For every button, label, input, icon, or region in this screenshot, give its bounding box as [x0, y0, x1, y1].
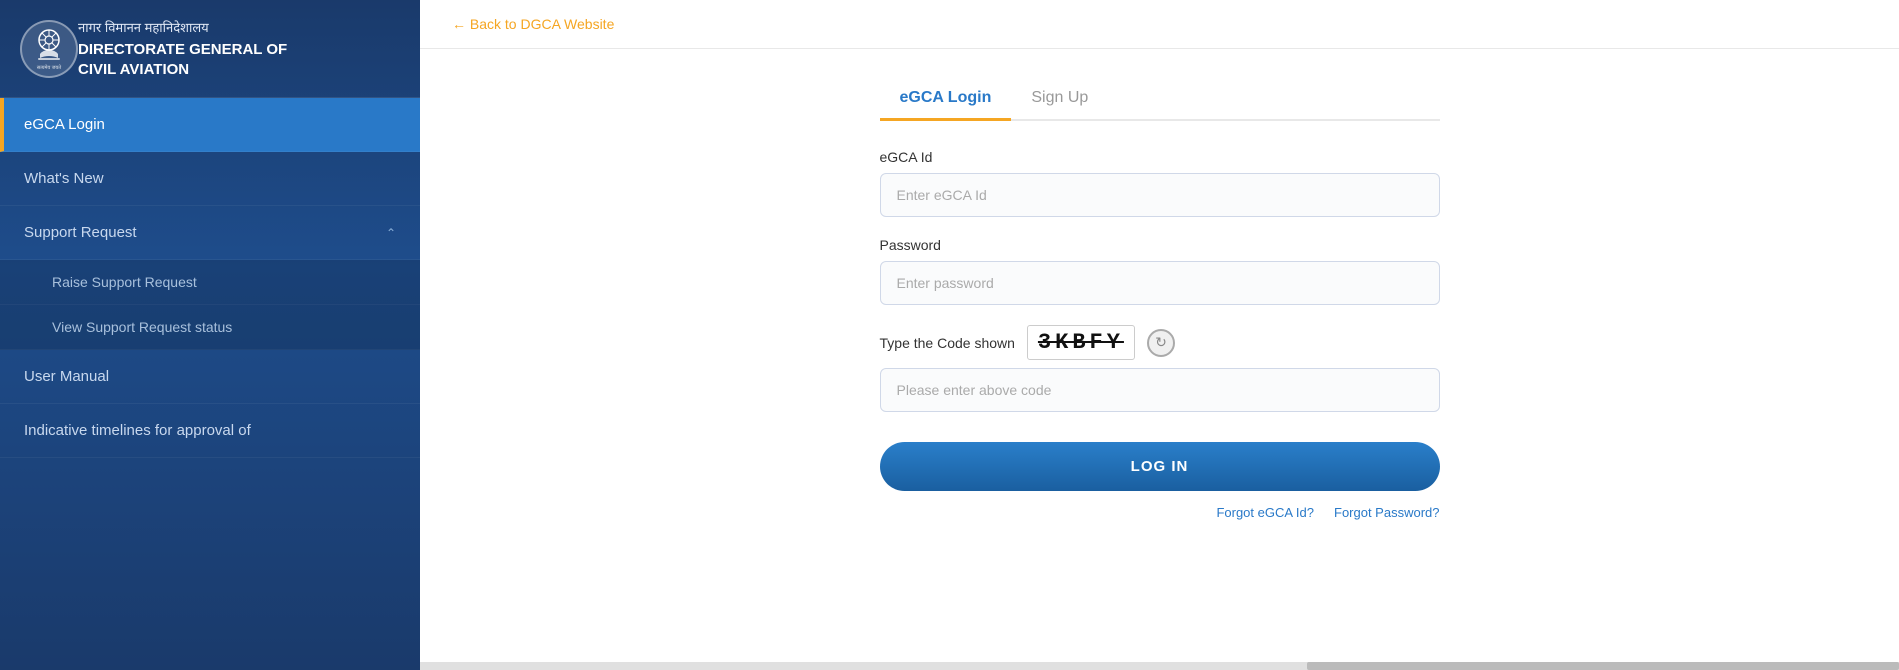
- captcha-row: Type the Code shown 3KBFY ↻: [880, 325, 1440, 360]
- top-bar: ← Back to DGCA Website: [420, 0, 1899, 49]
- egca-id-input[interactable]: [880, 173, 1440, 217]
- chevron-up-icon: ⌃: [386, 226, 396, 240]
- form-container: eGCA Login Sign Up eGCA Id Password Type…: [880, 79, 1440, 520]
- password-input[interactable]: [880, 261, 1440, 305]
- egca-id-field-group: eGCA Id: [880, 149, 1440, 217]
- sidebar-item-view-support[interactable]: View Support Request status: [0, 305, 420, 350]
- password-field-group: Password: [880, 237, 1440, 305]
- login-button[interactable]: LOG IN: [880, 442, 1440, 491]
- sidebar-item-raise-support[interactable]: Raise Support Request: [0, 260, 420, 305]
- sidebar-header: सत्यमेव जयते नागर विमानन महानिदेशालय DIR…: [0, 0, 420, 98]
- captcha-label: Type the Code shown: [880, 335, 1015, 351]
- horizontal-scrollbar[interactable]: [420, 662, 1899, 670]
- login-area: eGCA Login Sign Up eGCA Id Password Type…: [420, 49, 1899, 662]
- egca-id-label: eGCA Id: [880, 149, 1440, 165]
- forgot-password-link[interactable]: Forgot Password?: [1334, 505, 1440, 520]
- sidebar: सत्यमेव जयते नागर विमानन महानिदेशालय DIR…: [0, 0, 420, 670]
- main-content: ← Back to DGCA Website eGCA Login Sign U…: [420, 0, 1899, 670]
- sidebar-item-user-manual[interactable]: User Manual: [0, 350, 420, 404]
- sidebar-navigation: eGCA Login What's New Support Request ⌃ …: [0, 98, 420, 670]
- org-english-name: DIRECTORATE GENERAL OF CIVIL AVIATION: [78, 40, 287, 79]
- captcha-input-group: [880, 368, 1440, 412]
- scrollbar-thumb[interactable]: [1307, 662, 1899, 670]
- forgot-egca-id-link[interactable]: Forgot eGCA Id?: [1216, 505, 1314, 520]
- captcha-input[interactable]: [880, 368, 1440, 412]
- svg-text:सत्यमेव जयते: सत्यमेव जयते: [37, 64, 61, 70]
- sidebar-item-indicative-timelines[interactable]: Indicative timelines for approval of: [0, 404, 420, 458]
- sidebar-item-whats-new[interactable]: What's New: [0, 152, 420, 206]
- org-title-block: नागर विमानन महानिदेशालय DIRECTORATE GENE…: [78, 18, 287, 79]
- org-hindi-name: नागर विमानन महानिदेशालय: [78, 18, 287, 36]
- tab-egca-login[interactable]: eGCA Login: [880, 79, 1012, 119]
- sidebar-item-support-request[interactable]: Support Request ⌃: [0, 206, 420, 260]
- captcha-image: 3KBFY: [1027, 325, 1135, 360]
- password-label: Password: [880, 237, 1440, 253]
- tab-sign-up[interactable]: Sign Up: [1011, 79, 1108, 119]
- forgot-links: Forgot eGCA Id? Forgot Password?: [880, 505, 1440, 520]
- captcha-refresh-button[interactable]: ↻: [1147, 329, 1175, 357]
- back-to-dgca-link[interactable]: ← Back to DGCA Website: [452, 16, 1867, 32]
- org-emblem: सत्यमेव जयते: [20, 20, 78, 78]
- sidebar-item-egca-login[interactable]: eGCA Login: [0, 98, 420, 152]
- auth-tabs: eGCA Login Sign Up: [880, 79, 1440, 121]
